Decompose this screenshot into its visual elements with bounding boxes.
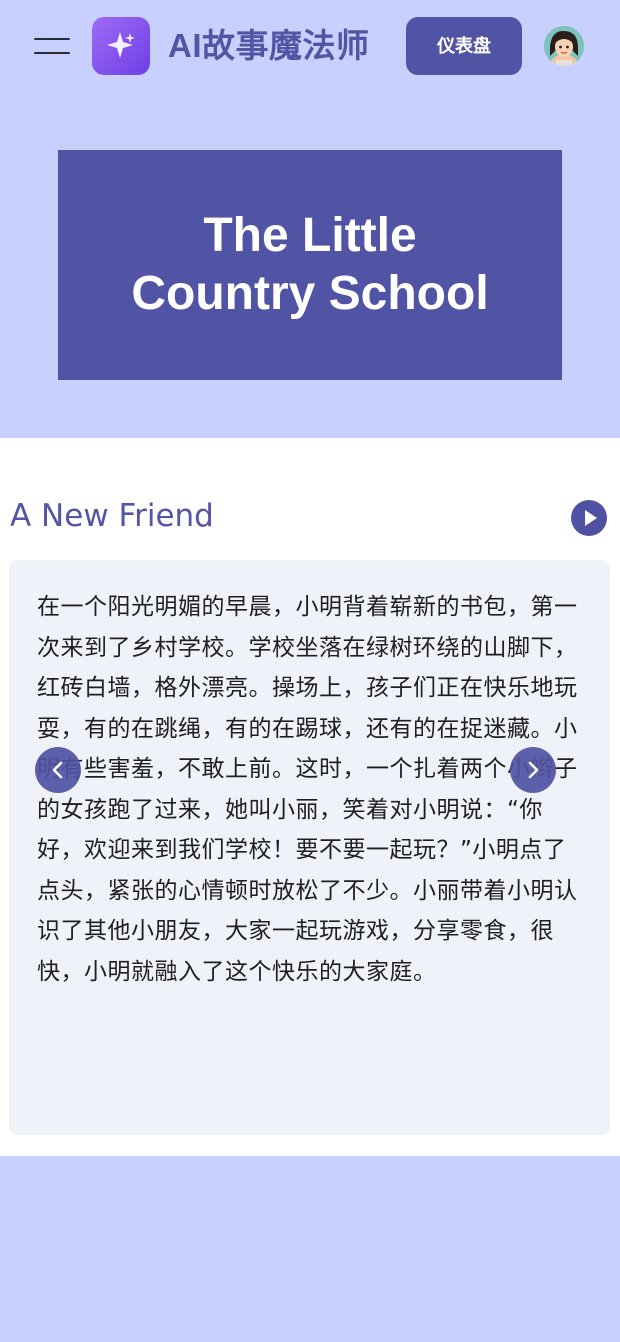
chevron-left-icon[interactable] [35, 747, 81, 793]
dashboard-button[interactable]: 仪表盘 [406, 17, 522, 75]
story-cover: The Little Country School [58, 150, 562, 380]
sparkle-icon[interactable] [92, 17, 150, 75]
chapter-section: A New Friend 在一个阳光明媚的早晨，小明背着崭新的书包，第一次来到了… [0, 438, 620, 1156]
app-title[interactable]: AI故事魔法师 [168, 24, 370, 68]
story-text: 在一个阳光明媚的早晨，小明背着崭新的书包，第一次来到了乡村学校。学校坐落在绿树环… [37, 594, 578, 985]
hamburger-menu-icon[interactable] [34, 34, 70, 58]
chapter-title: A New Friend [10, 498, 214, 534]
user-avatar[interactable] [544, 26, 584, 66]
play-icon[interactable] [571, 500, 607, 536]
chevron-right-icon[interactable] [510, 747, 556, 793]
header-bar: AI故事魔法师 仪表盘 [0, 0, 620, 92]
story-text-card: 在一个阳光明媚的早晨，小明背着崭新的书包，第一次来到了乡村学校。学校坐落在绿树环… [9, 560, 610, 1135]
story-title: The Little Country School [131, 209, 489, 320]
